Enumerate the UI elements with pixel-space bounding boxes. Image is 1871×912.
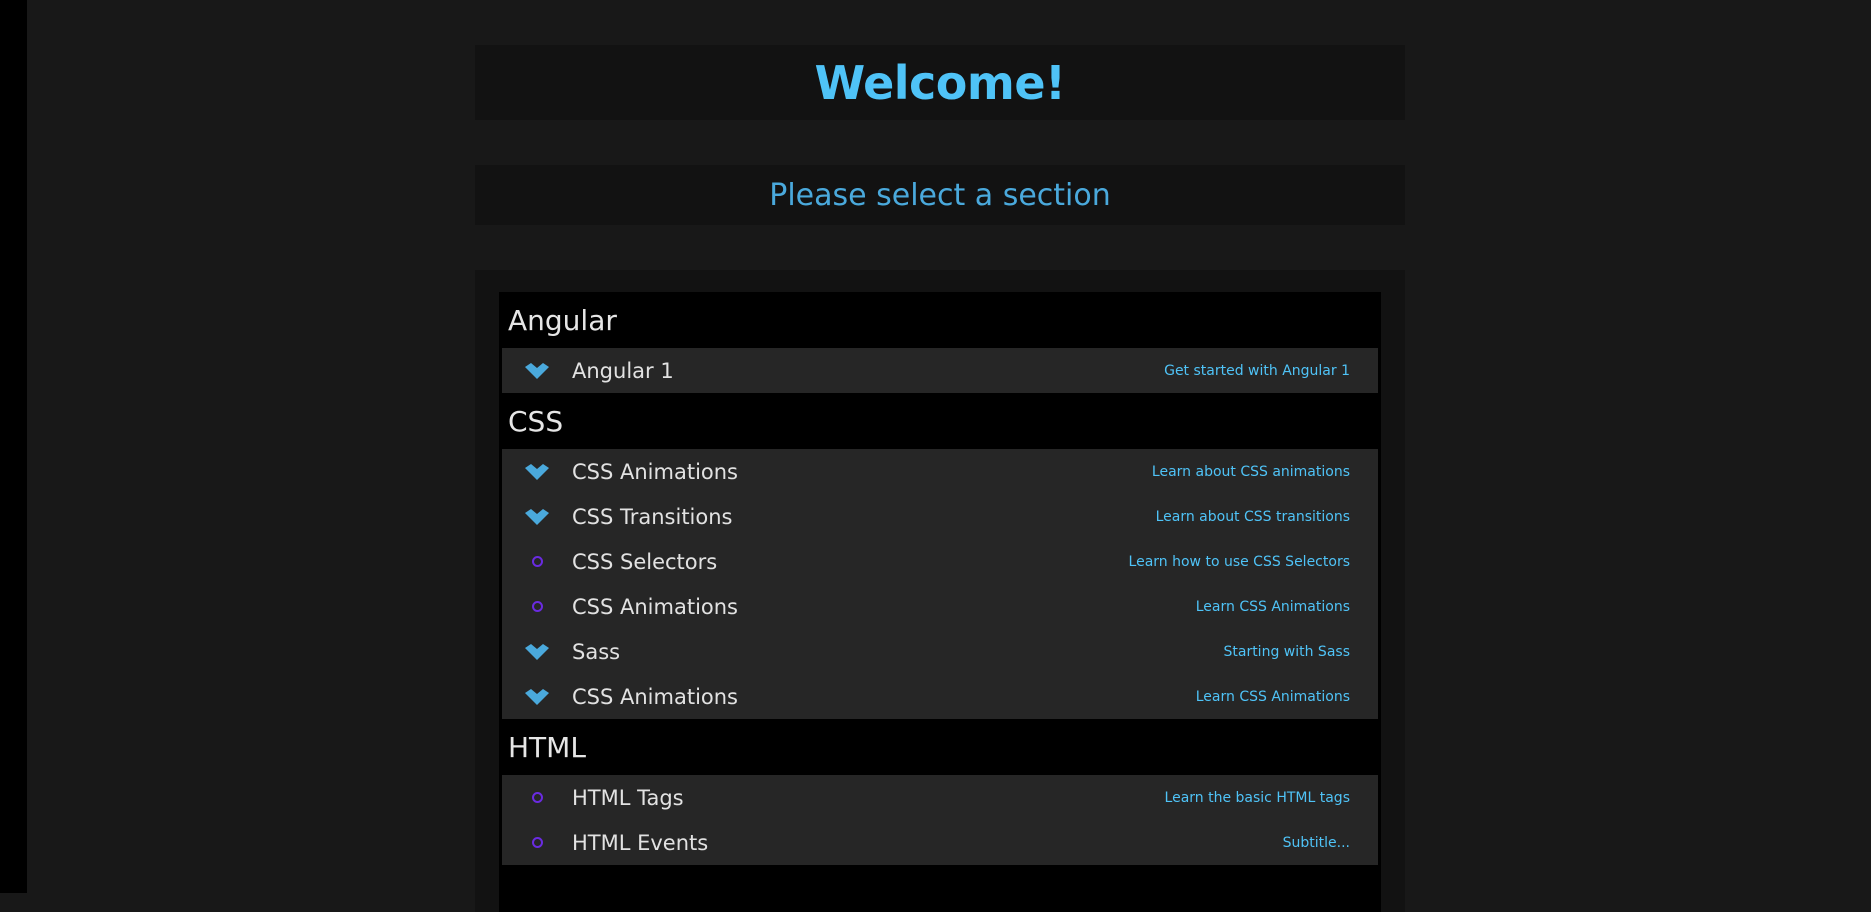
circle-icon <box>502 556 572 567</box>
list-item[interactable]: CSS Transitions Learn about CSS transitio… <box>502 494 1378 539</box>
app-container: Welcome! Please select a section Angular… <box>475 45 1405 912</box>
list-item[interactable]: CSS Animations Learn CSS Animations <box>502 584 1378 629</box>
list-item-link[interactable]: Learn about CSS animations <box>1152 464 1378 480</box>
list-item-title: HTML Tags <box>572 785 684 810</box>
list-item[interactable]: Sass Starting with Sass <box>502 629 1378 674</box>
list-item[interactable]: CSS Selectors Learn how to use CSS Select… <box>502 539 1378 584</box>
check-icon <box>502 643 572 661</box>
list-item-title: CSS Transitions <box>572 504 733 529</box>
check-icon <box>502 463 572 481</box>
check-icon <box>502 362 572 380</box>
list-item-link[interactable]: Learn CSS Animations <box>1196 599 1378 615</box>
left-sidebar-strip <box>0 0 27 893</box>
section-list: Angular Angular 1 Get started with Angular… <box>499 292 1381 912</box>
group-header-css: CSS <box>508 404 564 438</box>
list-item-link[interactable]: Learn CSS Animations <box>1196 689 1378 705</box>
group-header-angular: Angular <box>508 303 617 337</box>
list-item-title: CSS Animations <box>572 594 739 619</box>
group-items-angular: Angular 1 Get started with Angular 1 <box>502 348 1378 393</box>
check-icon <box>502 508 572 526</box>
list-item-title: Sass <box>572 639 621 664</box>
list-item[interactable]: Angular 1 Get started with Angular 1 <box>502 348 1378 393</box>
page-subtitle: Please select a section <box>475 165 1405 225</box>
check-icon <box>502 688 572 706</box>
list-item-title: CSS Animations <box>572 684 739 709</box>
list-item-title: CSS Selectors <box>572 549 718 574</box>
circle-icon <box>502 837 572 848</box>
list-item-title: CSS Animations <box>572 459 739 484</box>
list-item[interactable]: HTML Tags Learn the basic HTML tags <box>502 775 1378 820</box>
section-list-panel: Angular Angular 1 Get started with Angular… <box>475 270 1405 912</box>
circle-icon <box>502 792 572 803</box>
group-items-css: CSS Animations Learn about CSS animations… <box>502 449 1378 719</box>
list-item-link[interactable]: Learn how to use CSS Selectors <box>1129 554 1378 570</box>
list-item-link[interactable]: Subtitle... <box>1283 835 1378 851</box>
list-item[interactable]: HTML Events Subtitle... <box>502 820 1378 865</box>
select-section-text: Please select a section <box>769 177 1111 213</box>
list-item[interactable]: CSS Animations Learn CSS Animations <box>502 674 1378 719</box>
group-items-html: HTML Tags Learn the basic HTML tags HTML E… <box>502 775 1378 865</box>
list-item-link[interactable]: Learn the basic HTML tags <box>1165 790 1378 806</box>
list-item-title: Angular 1 <box>572 358 674 383</box>
welcome-heading: Welcome! <box>814 55 1066 110</box>
circle-icon <box>502 601 572 612</box>
group-header-html: HTML <box>508 730 586 764</box>
list-item-title: HTML Events <box>572 830 709 855</box>
list-item-link[interactable]: Starting with Sass <box>1223 644 1378 660</box>
list-item-link[interactable]: Get started with Angular 1 <box>1164 363 1378 379</box>
list-item-link[interactable]: Learn about CSS transitions <box>1156 509 1378 525</box>
list-item[interactable]: CSS Animations Learn about CSS animations <box>502 449 1378 494</box>
page-title: Welcome! <box>475 45 1405 120</box>
